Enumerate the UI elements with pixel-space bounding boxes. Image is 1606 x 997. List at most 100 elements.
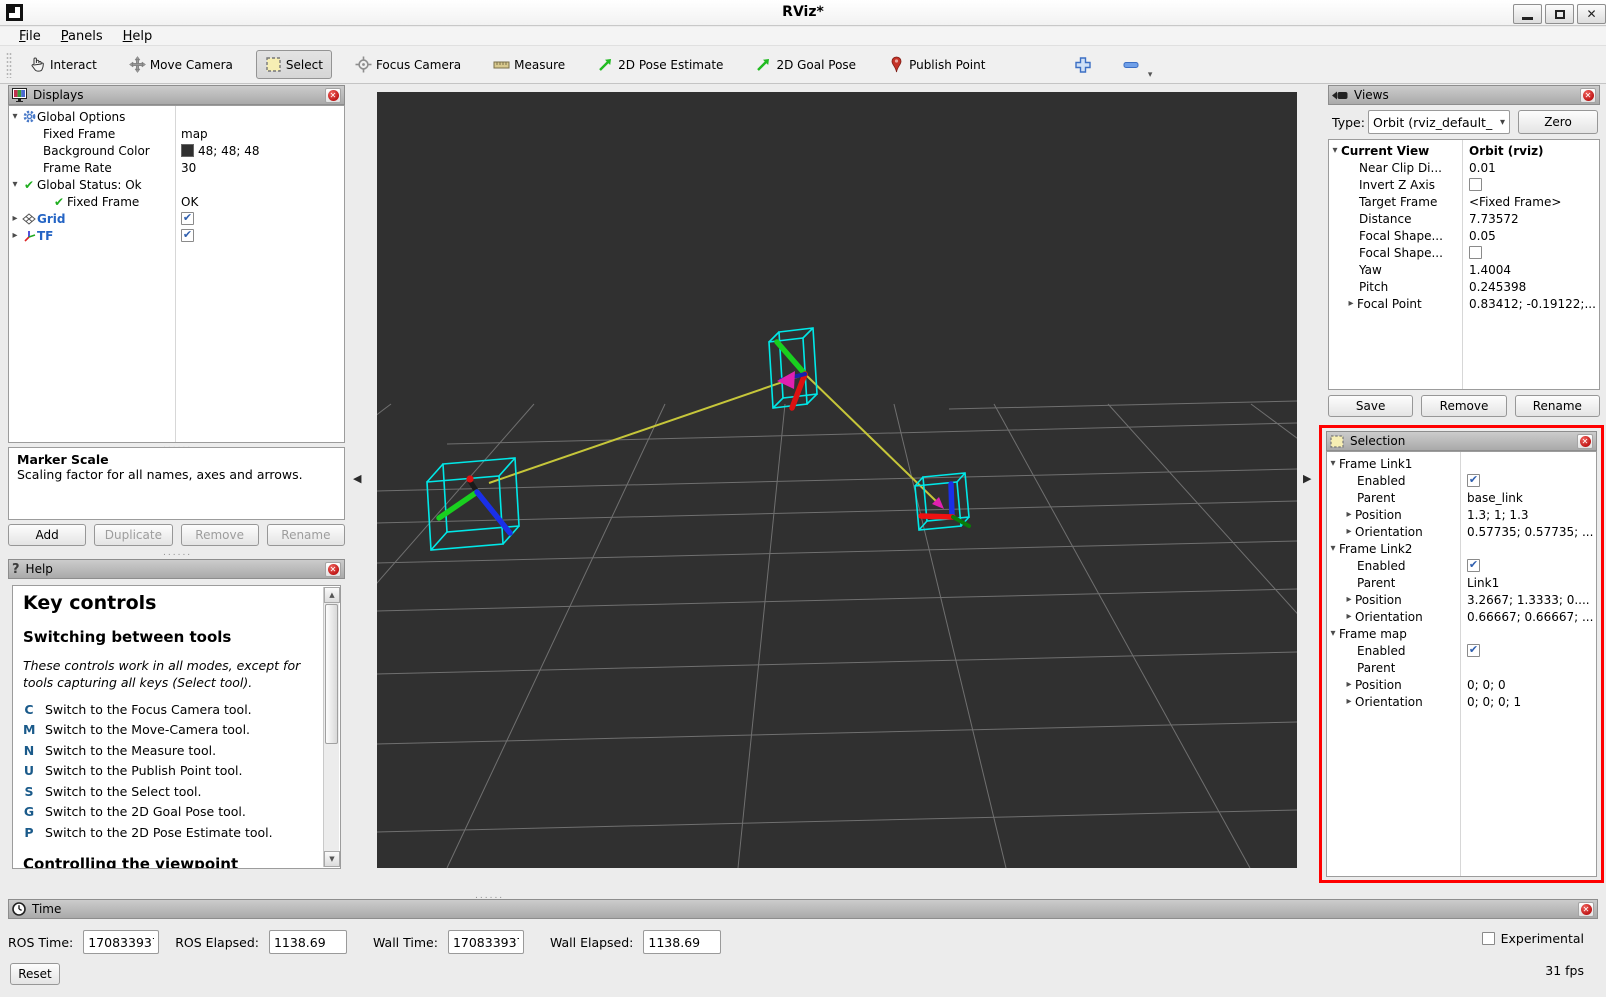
tool-focus-camera[interactable]: Focus Camera	[346, 50, 470, 79]
help-scrollbar[interactable]: ▲ ▼	[323, 587, 339, 867]
selection-row-enabled[interactable]: Enabled	[1327, 472, 1596, 489]
selection-row-orientation[interactable]: ▸ Orientation 0; 0; 0; 1	[1327, 693, 1596, 710]
toolbar-overflow-icon[interactable]: ▾	[1148, 70, 1153, 80]
close-views-button[interactable]: ✕	[1580, 88, 1596, 103]
scroll-up-icon[interactable]: ▲	[324, 587, 340, 603]
caret-down-icon[interactable]: ▾	[1327, 458, 1339, 469]
displays-panel-header[interactable]: Displays ✕	[8, 85, 345, 105]
menu-panels[interactable]: Panels	[52, 28, 112, 45]
caret-right-icon[interactable]: ▸	[1343, 594, 1355, 605]
selection-row-position[interactable]: ▸ Position 3.2667; 1.3333; 0....	[1327, 591, 1596, 608]
toolbar-drag-handle[interactable]	[6, 52, 12, 78]
remove-tool-button[interactable]: ▾	[1120, 54, 1142, 76]
close-time-button[interactable]: ✕	[1578, 902, 1594, 917]
ros-time-input[interactable]	[83, 930, 159, 954]
enabled-checkbox[interactable]	[1467, 644, 1480, 657]
render-viewport[interactable]	[377, 92, 1297, 868]
tool-move-camera[interactable]: Move Camera	[120, 50, 242, 79]
view-row-yaw[interactable]: Yaw 1.4004	[1329, 261, 1599, 278]
caret-down-icon[interactable]: ▾	[9, 111, 21, 122]
caret-down-icon[interactable]: ▾	[1327, 543, 1339, 554]
scrollbar-thumb[interactable]	[325, 604, 338, 744]
display-row-frame-rate[interactable]: Frame Rate 30	[9, 159, 344, 176]
selection-row-frame-link1[interactable]: ▾ Frame Link1	[1327, 455, 1596, 472]
tool-measure[interactable]: Measure	[484, 50, 574, 79]
caret-right-icon[interactable]: ▸	[1343, 696, 1355, 707]
caret-right-icon[interactable]: ▸	[9, 213, 21, 224]
add-tool-button[interactable]	[1072, 54, 1094, 76]
duplicate-display-button[interactable]: Duplicate	[94, 524, 172, 546]
selection-row-position[interactable]: ▸ Position 1.3; 1; 1.3	[1327, 506, 1596, 523]
display-row-tf[interactable]: ▸ TF	[9, 227, 344, 244]
enabled-checkbox[interactable]	[1467, 559, 1480, 572]
rename-view-button[interactable]: Rename	[1515, 395, 1600, 417]
selection-row-enabled[interactable]: Enabled	[1327, 642, 1596, 659]
caret-down-icon[interactable]: ▾	[1329, 145, 1341, 156]
selection-row-frame-map[interactable]: ▾ Frame map	[1327, 625, 1596, 642]
add-display-button[interactable]: Add	[8, 524, 86, 546]
view-row-near-clip[interactable]: Near Clip Di... 0.01	[1329, 159, 1599, 176]
experimental-toggle[interactable]: Experimental	[1482, 931, 1584, 946]
caret-right-icon[interactable]: ▸	[9, 230, 21, 241]
view-row-pitch[interactable]: Pitch 0.245398	[1329, 278, 1599, 295]
minimize-button[interactable]	[1513, 4, 1542, 24]
view-row-focal-point[interactable]: ▸ Focal Point 0.83412; -0.19122;...	[1329, 295, 1599, 312]
view-row-current-view[interactable]: ▾ Current View Orbit (rviz)	[1329, 142, 1599, 159]
caret-right-icon[interactable]: ▸	[1343, 509, 1355, 520]
selection-panel-header[interactable]: Selection ✕	[1326, 431, 1597, 451]
save-view-button[interactable]: Save	[1328, 395, 1413, 417]
display-row-global-status[interactable]: ▾ ✔ Global Status: Ok	[9, 176, 344, 193]
zero-button[interactable]: Zero	[1518, 110, 1598, 134]
caret-right-icon[interactable]: ▸	[1343, 611, 1355, 622]
tool-publish-point[interactable]: Publish Point	[879, 50, 994, 79]
view-row-focal-shape-fixed[interactable]: Focal Shape...	[1329, 244, 1599, 261]
display-row-background-color[interactable]: Background Color 48; 48; 48	[9, 142, 344, 159]
selection-row-position[interactable]: ▸ Position 0; 0; 0	[1327, 676, 1596, 693]
view-row-distance[interactable]: Distance 7.73572	[1329, 210, 1599, 227]
view-row-focal-shape-size[interactable]: Focal Shape... 0.05	[1329, 227, 1599, 244]
caret-right-icon[interactable]: ▸	[1343, 526, 1355, 537]
selection-row-parent[interactable]: Parent Link1	[1327, 574, 1596, 591]
collapse-right-dock-icon[interactable]: ▶	[1303, 472, 1311, 485]
selection-row-parent[interactable]: Parent base_link	[1327, 489, 1596, 506]
selection-row-frame-link2[interactable]: ▾ Frame Link2	[1327, 540, 1596, 557]
menu-file[interactable]: File	[10, 28, 50, 45]
caret-right-icon[interactable]: ▸	[1343, 679, 1355, 690]
selection-row-orientation[interactable]: ▸ Orientation 0.57735; 0.57735; ...	[1327, 523, 1596, 540]
grid-enabled-checkbox[interactable]	[181, 212, 194, 225]
ros-elapsed-input[interactable]	[269, 930, 347, 954]
wall-elapsed-input[interactable]	[643, 930, 721, 954]
selection-row-orientation[interactable]: ▸ Orientation 0.66667; 0.66667; ...	[1327, 608, 1596, 625]
view-row-target-frame[interactable]: Target Frame <Fixed Frame>	[1329, 193, 1599, 210]
experimental-checkbox[interactable]	[1482, 932, 1495, 945]
maximize-button[interactable]	[1545, 4, 1574, 24]
tool-2d-goal-pose[interactable]: 2D Goal Pose	[746, 50, 865, 79]
tool-2d-pose-estimate[interactable]: 2D Pose Estimate	[588, 50, 732, 79]
rename-display-button[interactable]: Rename	[267, 524, 345, 546]
selection-row-enabled[interactable]: Enabled	[1327, 557, 1596, 574]
selection-row-parent[interactable]: Parent	[1327, 659, 1596, 676]
time-panel-header[interactable]: Time ✕	[8, 899, 1598, 919]
caret-down-icon[interactable]: ▾	[1327, 628, 1339, 639]
splitter-handle[interactable]: ......	[163, 548, 192, 558]
close-help-button[interactable]: ✕	[325, 562, 341, 577]
focal-shape-checkbox[interactable]	[1469, 246, 1482, 259]
close-selection-button[interactable]: ✕	[1577, 434, 1593, 449]
close-button[interactable]: ✕	[1577, 4, 1606, 24]
remove-display-button[interactable]: Remove	[181, 524, 259, 546]
display-row-fixed-frame[interactable]: Fixed Frame map	[9, 125, 344, 142]
help-panel-header[interactable]: ? Help ✕	[8, 559, 345, 579]
tool-interact[interactable]: Interact	[20, 50, 106, 79]
views-panel-header[interactable]: Views ✕	[1328, 85, 1600, 105]
tf-enabled-checkbox[interactable]	[181, 229, 194, 242]
view-type-dropdown[interactable]: Orbit (rviz_default_ ▾	[1368, 110, 1510, 134]
enabled-checkbox[interactable]	[1467, 474, 1480, 487]
invert-z-checkbox[interactable]	[1469, 178, 1482, 191]
display-row-status-fixed-frame[interactable]: ✔ Fixed Frame OK	[9, 193, 344, 210]
wall-time-input[interactable]	[448, 930, 524, 954]
display-row-global-options[interactable]: ▾ Global Options	[9, 108, 344, 125]
caret-down-icon[interactable]: ▾	[9, 179, 21, 190]
caret-right-icon[interactable]: ▸	[1345, 298, 1357, 309]
display-row-grid[interactable]: ▸ Grid	[9, 210, 344, 227]
menu-help[interactable]: Help	[114, 28, 162, 45]
